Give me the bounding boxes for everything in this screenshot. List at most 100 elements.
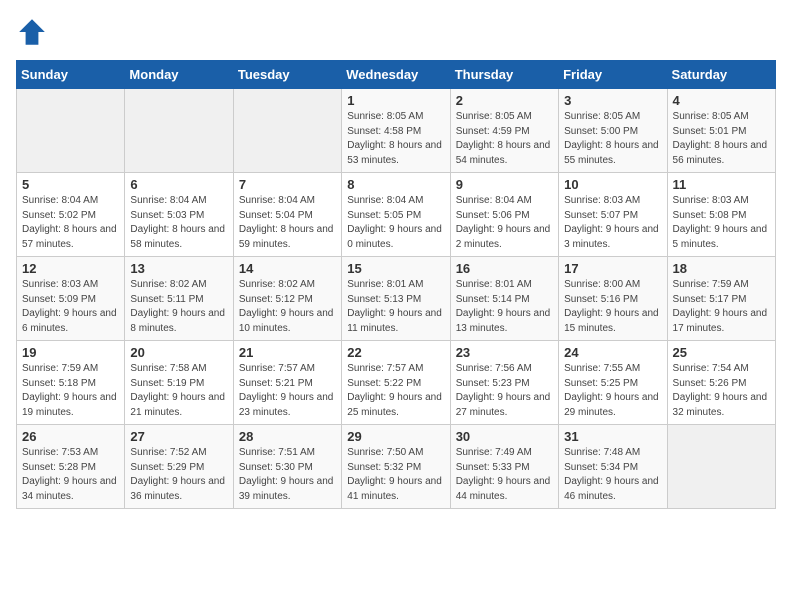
page-header bbox=[16, 16, 776, 48]
calendar-cell: 28 Sunrise: 7:51 AM Sunset: 5:30 PM Dayli… bbox=[233, 425, 341, 509]
calendar-cell: 8Sunrise: 8:04 AM Sunset: 5:05 PM Daylig… bbox=[342, 173, 450, 257]
day-number: 26 bbox=[22, 429, 119, 444]
day-info: Sunrise: 7:57 AM Sunset: 5:22 PM Dayligh… bbox=[347, 362, 444, 420]
calendar-cell bbox=[667, 425, 775, 509]
day-number: 17 bbox=[564, 261, 661, 276]
calendar-cell bbox=[125, 89, 233, 173]
calendar-week-row: 1 Sunrise: 8:05 AM Sunset: 4:58 PM Daylig… bbox=[17, 89, 776, 173]
calendar-cell: 5 Sunrise: 8:04 AM Sunset: 5:02 PM Daylig… bbox=[17, 173, 125, 257]
day-number: 9 bbox=[456, 177, 553, 192]
day-number: 28 bbox=[239, 429, 336, 444]
day-info: Sunrise: 7:48 AM Sunset: 5:34 PM Dayligh… bbox=[564, 446, 661, 504]
day-number: 23 bbox=[456, 345, 553, 360]
day-number: 4 bbox=[673, 93, 770, 108]
day-info: Sunrise: 7:52 AM Sunset: 5:29 PM Dayligh… bbox=[130, 446, 227, 504]
day-number: 19 bbox=[22, 345, 119, 360]
day-number: 13 bbox=[130, 261, 227, 276]
calendar-cell: 12 Sunrise: 8:03 AM Sunset: 5:09 PM Dayli… bbox=[17, 257, 125, 341]
day-info: Sunrise: 8:04 AM Sunset: 5:05 PM Dayligh… bbox=[347, 194, 444, 252]
day-info: Sunrise: 8:04 AM Sunset: 5:02 PM Dayligh… bbox=[22, 194, 119, 252]
day-info: Sunrise: 8:05 AM Sunset: 4:58 PM Dayligh… bbox=[347, 110, 444, 168]
day-info: Sunrise: 7:59 AM Sunset: 5:18 PM Dayligh… bbox=[22, 362, 119, 420]
calendar-cell: 26 Sunrise: 7:53 AM Sunset: 5:28 PM Dayli… bbox=[17, 425, 125, 509]
day-number: 31 bbox=[564, 429, 661, 444]
weekday-row: SundayMondayTuesdayWednesdayThursdayFrid… bbox=[17, 61, 776, 89]
day-number: 6 bbox=[130, 177, 227, 192]
weekday-header: Friday bbox=[559, 61, 667, 89]
day-number: 11 bbox=[673, 177, 770, 192]
calendar-cell bbox=[17, 89, 125, 173]
day-number: 30 bbox=[456, 429, 553, 444]
calendar-cell: 11 Sunrise: 8:03 AM Sunset: 5:08 PM Dayli… bbox=[667, 173, 775, 257]
day-info: Sunrise: 8:05 AM Sunset: 4:59 PM Dayligh… bbox=[456, 110, 553, 168]
day-info: Sunrise: 8:02 AM Sunset: 5:12 PM Dayligh… bbox=[239, 278, 336, 336]
calendar-table: SundayMondayTuesdayWednesdayThursdayFrid… bbox=[16, 60, 776, 509]
day-info: Sunrise: 8:04 AM Sunset: 5:04 PM Dayligh… bbox=[239, 194, 336, 252]
day-number: 15 bbox=[347, 261, 444, 276]
day-number: 25 bbox=[673, 345, 770, 360]
day-number: 21 bbox=[239, 345, 336, 360]
day-number: 29 bbox=[347, 429, 444, 444]
day-number: 12 bbox=[22, 261, 119, 276]
day-number: 7 bbox=[239, 177, 336, 192]
day-info: Sunrise: 7:51 AM Sunset: 5:30 PM Dayligh… bbox=[239, 446, 336, 504]
day-info: Sunrise: 8:03 AM Sunset: 5:08 PM Dayligh… bbox=[673, 194, 770, 252]
day-info: Sunrise: 7:50 AM Sunset: 5:32 PM Dayligh… bbox=[347, 446, 444, 504]
day-info: Sunrise: 8:04 AM Sunset: 5:03 PM Dayligh… bbox=[130, 194, 227, 252]
day-number: 2 bbox=[456, 93, 553, 108]
calendar-cell: 31 Sunrise: 7:48 AM Sunset: 5:34 PM Dayli… bbox=[559, 425, 667, 509]
day-info: Sunrise: 8:03 AM Sunset: 5:07 PM Dayligh… bbox=[564, 194, 661, 252]
day-number: 24 bbox=[564, 345, 661, 360]
day-number: 27 bbox=[130, 429, 227, 444]
day-number: 10 bbox=[564, 177, 661, 192]
calendar-cell: 24 Sunrise: 7:55 AM Sunset: 5:25 PM Dayli… bbox=[559, 341, 667, 425]
calendar-cell: 10 Sunrise: 8:03 AM Sunset: 5:07 PM Dayli… bbox=[559, 173, 667, 257]
day-number: 3 bbox=[564, 93, 661, 108]
day-info: Sunrise: 7:58 AM Sunset: 5:19 PM Dayligh… bbox=[130, 362, 227, 420]
calendar-cell: 3 Sunrise: 8:05 AM Sunset: 5:00 PM Daylig… bbox=[559, 89, 667, 173]
day-number: 1 bbox=[347, 93, 444, 108]
day-number: 14 bbox=[239, 261, 336, 276]
weekday-header: Thursday bbox=[450, 61, 558, 89]
calendar-cell: 19 Sunrise: 7:59 AM Sunset: 5:18 PM Dayli… bbox=[17, 341, 125, 425]
day-info: Sunrise: 7:54 AM Sunset: 5:26 PM Dayligh… bbox=[673, 362, 770, 420]
day-info: Sunrise: 8:04 AM Sunset: 5:06 PM Dayligh… bbox=[456, 194, 553, 252]
day-info: Sunrise: 7:53 AM Sunset: 5:28 PM Dayligh… bbox=[22, 446, 119, 504]
calendar-cell: 2 Sunrise: 8:05 AM Sunset: 4:59 PM Daylig… bbox=[450, 89, 558, 173]
day-info: Sunrise: 8:03 AM Sunset: 5:09 PM Dayligh… bbox=[22, 278, 119, 336]
calendar-week-row: 19 Sunrise: 7:59 AM Sunset: 5:18 PM Dayli… bbox=[17, 341, 776, 425]
day-number: 18 bbox=[673, 261, 770, 276]
day-info: Sunrise: 8:01 AM Sunset: 5:13 PM Dayligh… bbox=[347, 278, 444, 336]
weekday-header: Wednesday bbox=[342, 61, 450, 89]
day-info: Sunrise: 7:49 AM Sunset: 5:33 PM Dayligh… bbox=[456, 446, 553, 504]
day-info: Sunrise: 7:57 AM Sunset: 5:21 PM Dayligh… bbox=[239, 362, 336, 420]
calendar-cell: 30 Sunrise: 7:49 AM Sunset: 5:33 PM Dayli… bbox=[450, 425, 558, 509]
day-info: Sunrise: 8:05 AM Sunset: 5:01 PM Dayligh… bbox=[673, 110, 770, 168]
calendar-cell: 17 Sunrise: 8:00 AM Sunset: 5:16 PM Dayli… bbox=[559, 257, 667, 341]
day-number: 20 bbox=[130, 345, 227, 360]
calendar-cell: 27 Sunrise: 7:52 AM Sunset: 5:29 PM Dayli… bbox=[125, 425, 233, 509]
weekday-header: Sunday bbox=[17, 61, 125, 89]
calendar-cell: 15 Sunrise: 8:01 AM Sunset: 5:13 PM Dayli… bbox=[342, 257, 450, 341]
calendar-cell: 25 Sunrise: 7:54 AM Sunset: 5:26 PM Dayli… bbox=[667, 341, 775, 425]
calendar-cell: 7 Sunrise: 8:04 AM Sunset: 5:04 PM Daylig… bbox=[233, 173, 341, 257]
weekday-header: Saturday bbox=[667, 61, 775, 89]
logo bbox=[16, 16, 54, 48]
weekday-header: Tuesday bbox=[233, 61, 341, 89]
calendar-header: SundayMondayTuesdayWednesdayThursdayFrid… bbox=[17, 61, 776, 89]
day-info: Sunrise: 8:01 AM Sunset: 5:14 PM Dayligh… bbox=[456, 278, 553, 336]
calendar-cell: 1 Sunrise: 8:05 AM Sunset: 4:58 PM Daylig… bbox=[342, 89, 450, 173]
calendar-cell: 18 Sunrise: 7:59 AM Sunset: 5:17 PM Dayli… bbox=[667, 257, 775, 341]
day-info: Sunrise: 7:59 AM Sunset: 5:17 PM Dayligh… bbox=[673, 278, 770, 336]
day-info: Sunrise: 8:05 AM Sunset: 5:00 PM Dayligh… bbox=[564, 110, 661, 168]
day-info: Sunrise: 8:00 AM Sunset: 5:16 PM Dayligh… bbox=[564, 278, 661, 336]
calendar-cell: 21 Sunrise: 7:57 AM Sunset: 5:21 PM Dayli… bbox=[233, 341, 341, 425]
logo-icon bbox=[16, 16, 48, 48]
day-info: Sunrise: 7:55 AM Sunset: 5:25 PM Dayligh… bbox=[564, 362, 661, 420]
calendar-body: 1 Sunrise: 8:05 AM Sunset: 4:58 PM Daylig… bbox=[17, 89, 776, 509]
calendar-week-row: 12 Sunrise: 8:03 AM Sunset: 5:09 PM Dayli… bbox=[17, 257, 776, 341]
day-number: 5 bbox=[22, 177, 119, 192]
calendar-cell: 23Sunrise: 7:56 AM Sunset: 5:23 PM Dayli… bbox=[450, 341, 558, 425]
calendar-cell: 20 Sunrise: 7:58 AM Sunset: 5:19 PM Dayli… bbox=[125, 341, 233, 425]
calendar-week-row: 5 Sunrise: 8:04 AM Sunset: 5:02 PM Daylig… bbox=[17, 173, 776, 257]
